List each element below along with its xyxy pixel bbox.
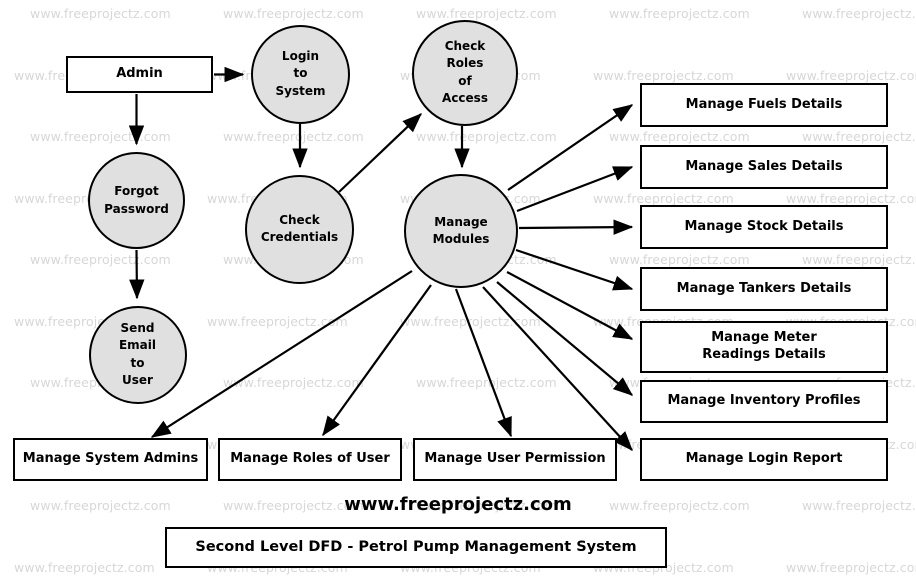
module-box-manage-inventory-profiles-label: Manage Inventory Profiles xyxy=(667,393,861,409)
diagram-title-label: Second Level DFD - Petrol Pump Managemen… xyxy=(195,538,637,555)
process-check-roles-of-access-label: Check Roles of Access xyxy=(442,39,488,105)
entity-admin[interactable]: Admin xyxy=(66,56,213,93)
dfd-diagram-canvas: www.freeprojectz.com www.freeprojectz.com… xyxy=(0,0,916,587)
module-box-manage-roles-of-user-label: Manage Roles of User xyxy=(230,451,390,467)
module-box-manage-user-permission[interactable]: Manage User Permission xyxy=(413,438,617,481)
process-login-to-system[interactable]: Login to System xyxy=(251,24,350,124)
process-manage-modules-label: Manage Modules xyxy=(432,214,490,246)
module-box-manage-system-admins[interactable]: Manage System Admins xyxy=(13,438,208,481)
module-box-manage-tankers-details[interactable]: Manage Tankers Details xyxy=(640,267,888,311)
module-box-manage-sales-details[interactable]: Manage Sales Details xyxy=(640,145,888,189)
module-box-manage-sales-details-label: Manage Sales Details xyxy=(685,158,843,174)
module-box-manage-login-report[interactable]: Manage Login Report xyxy=(640,438,888,481)
module-box-manage-roles-of-user[interactable]: Manage Roles of User xyxy=(218,438,402,481)
process-forgot-password[interactable]: Forgot Password xyxy=(88,152,185,249)
module-box-manage-system-admins-label: Manage System Admins xyxy=(22,451,199,467)
module-box-manage-inventory-profiles[interactable]: Manage Inventory Profiles xyxy=(640,380,888,423)
module-box-manage-user-permission-label: Manage User Permission xyxy=(424,451,606,467)
process-forgot-password-label: Forgot Password xyxy=(104,184,169,216)
process-login-to-system-label: Login to System xyxy=(275,49,326,98)
module-box-manage-fuels-details-label: Manage Fuels Details xyxy=(685,96,843,112)
module-box-manage-tankers-details-label: Manage Tankers Details xyxy=(676,280,852,296)
process-check-roles-of-access[interactable]: Check Roles of Access xyxy=(412,19,518,126)
module-box-manage-stock-details-label: Manage Stock Details xyxy=(684,218,844,234)
module-box-manage-meter-readings-details-label: Manage Meter Readings Details xyxy=(702,330,826,362)
site-credit-text: www.freeprojectz.com xyxy=(344,494,572,515)
entity-admin-label: Admin xyxy=(116,66,163,82)
process-check-credentials[interactable]: Check Credentials xyxy=(245,174,354,284)
module-box-manage-stock-details[interactable]: Manage Stock Details xyxy=(640,205,888,249)
module-box-manage-meter-readings-details[interactable]: Manage Meter Readings Details xyxy=(640,321,888,373)
process-send-email-to-user[interactable]: Send Email to User xyxy=(88,305,187,404)
process-check-credentials-label: Check Credentials xyxy=(260,212,339,244)
module-box-manage-fuels-details[interactable]: Manage Fuels Details xyxy=(640,83,888,127)
module-box-manage-login-report-label: Manage Login Report xyxy=(685,451,843,467)
process-manage-modules[interactable]: Manage Modules xyxy=(404,174,518,288)
diagram-title-box: Second Level DFD - Petrol Pump Managemen… xyxy=(165,527,667,568)
process-send-email-to-user-label: Send Email to User xyxy=(118,321,157,387)
